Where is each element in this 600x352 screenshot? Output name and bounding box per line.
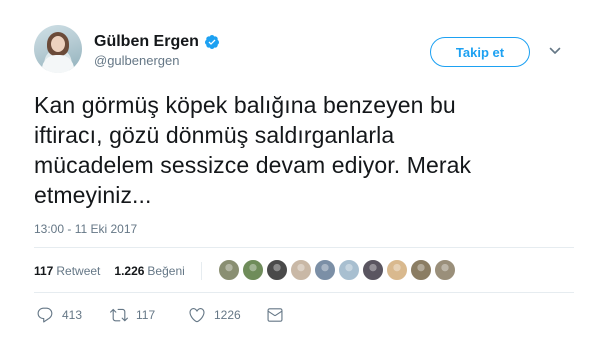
tweet-text-line: Kan görmüş köpek balığına benzeyen bu <box>34 92 456 118</box>
like-stat-label: Beğeni <box>147 264 185 278</box>
tweet-actions: 413 117 1226 <box>36 305 284 325</box>
author-avatar[interactable] <box>34 25 82 73</box>
liker-avatar[interactable] <box>386 259 408 281</box>
tweet-text-line: etmeyiniz... <box>34 182 152 208</box>
liker-avatar[interactable] <box>218 259 240 281</box>
retweet-icon <box>110 308 128 322</box>
retweet-count: 117 <box>136 308 156 322</box>
liker-avatar[interactable] <box>362 259 384 281</box>
verified-badge-icon <box>204 35 219 49</box>
author-handle[interactable]: @gulbenergen <box>94 53 179 68</box>
reply-count: 413 <box>62 308 83 322</box>
chevron-down-icon[interactable] <box>549 45 561 57</box>
liker-avatar[interactable] <box>266 259 288 281</box>
tweet-stats: 117 Retweet 1.226 Beğeni <box>34 262 214 280</box>
divider <box>34 292 574 293</box>
envelope-icon <box>267 308 283 322</box>
liker-avatar[interactable] <box>338 259 360 281</box>
like-stat[interactable]: 1.226 Beğeni <box>114 264 184 278</box>
divider <box>34 247 574 248</box>
tweet-text: Kan görmüş köpek balığına benzeyen bu if… <box>34 90 574 210</box>
follow-button[interactable]: Takip et <box>430 37 530 67</box>
author-display-name[interactable]: Gülben Ergen <box>94 33 199 51</box>
liker-avatar[interactable] <box>242 259 264 281</box>
liker-avatar[interactable] <box>290 259 312 281</box>
like-stat-count: 1.226 <box>114 264 145 278</box>
tweet-text-line: mücadelem sessizce devam ediyor. Merak <box>34 152 472 178</box>
liker-avatar[interactable] <box>410 259 432 281</box>
stats-separator <box>200 262 202 280</box>
retweet-action[interactable]: 117 <box>110 306 188 324</box>
avatar-face <box>51 36 65 52</box>
retweet-stat[interactable]: 117 Retweet <box>34 264 100 278</box>
retweet-stat-count: 117 <box>34 264 54 278</box>
tweet-text-line: iftiracı, gözü dönmüş saldırganlarla <box>34 122 395 148</box>
avatar-body <box>42 55 74 73</box>
like-count: 1226 <box>214 308 241 322</box>
retweet-stat-label: Retweet <box>56 264 101 278</box>
reply-action[interactable]: 413 <box>36 306 110 324</box>
liker-avatars <box>218 259 456 281</box>
like-action[interactable]: 1226 <box>188 306 266 324</box>
heart-icon <box>189 308 205 323</box>
reply-icon <box>37 307 53 323</box>
liker-avatar[interactable] <box>434 259 456 281</box>
tweet-timestamp[interactable]: 13:00 - 11 Eki 2017 <box>34 222 137 236</box>
author-name-row[interactable]: Gülben Ergen <box>94 32 220 52</box>
liker-avatar[interactable] <box>314 259 336 281</box>
tweet-card: Gülben Ergen @gulbenergen Takip et Kan g… <box>0 0 600 352</box>
direct-message-action[interactable] <box>266 306 284 324</box>
